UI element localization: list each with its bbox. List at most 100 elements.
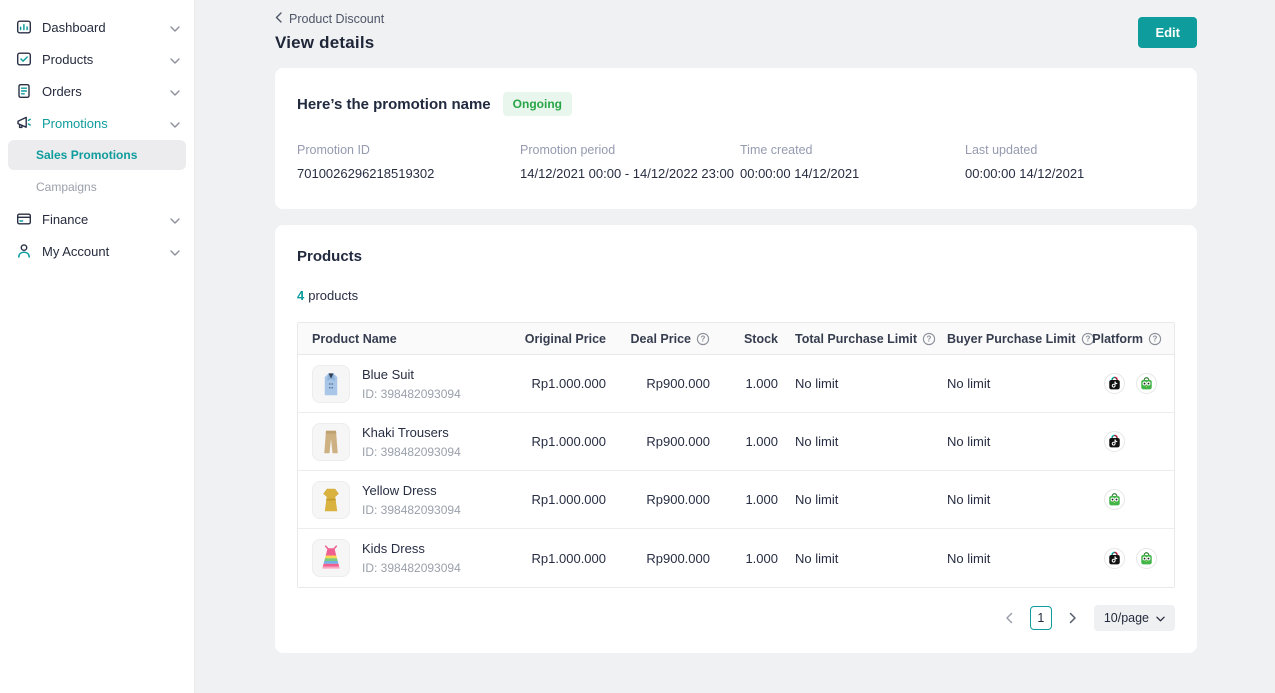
column-header-buyer-purchase-limit: Buyer Purchase Limit ? (947, 332, 1097, 346)
sidebar-item-dashboard[interactable]: Dashboard (0, 11, 194, 43)
help-icon[interactable]: ? (696, 332, 710, 346)
chevron-down-icon (170, 52, 180, 67)
megaphone-icon (15, 114, 33, 132)
platform-cell (1097, 489, 1174, 510)
pagination: 1 10/page (297, 605, 1175, 631)
sidebar-item-label: Promotions (42, 116, 170, 131)
promotion-field: Promotion ID 7010026296218519302 (297, 143, 520, 181)
tiktok-shop-icon (1104, 431, 1125, 452)
sidebar-item-products[interactable]: Products (0, 43, 194, 75)
table-header-row: Product Name Original Price Deal Price ?… (298, 323, 1174, 355)
products-count-number: 4 (297, 288, 304, 303)
sidebar-item-label: Dashboard (42, 20, 170, 35)
field-value: 00:00:00 14/12/2021 (965, 166, 1175, 181)
original-price-cell: Rp1.000.000 (520, 551, 606, 566)
sidebar-item-sales-promotions[interactable]: Sales Promotions (8, 140, 186, 170)
total-purchase-limit-cell: No limit (778, 492, 947, 507)
sidebar-item-label: Orders (42, 84, 170, 99)
field-label: Promotion period (520, 143, 740, 157)
column-header-product-name: Product Name (298, 332, 520, 346)
svg-text:?: ? (1085, 334, 1090, 343)
deal-price-cell: Rp900.000 (606, 492, 710, 507)
product-name: Blue Suit (362, 367, 461, 382)
sidebar-item-campaigns[interactable]: Campaigns (0, 171, 194, 203)
products-count: 4 products (297, 288, 1175, 303)
promotion-field: Time created 00:00:00 14/12/2021 (740, 143, 965, 181)
sidebar-item-promotions[interactable]: Promotions (0, 107, 194, 139)
deal-price-cell: Rp900.000 (606, 376, 710, 391)
chevron-down-icon (170, 212, 180, 227)
product-id: ID: 398482093094 (362, 445, 461, 459)
product-name: Yellow Dress (362, 483, 461, 498)
sidebar-item-label: My Account (42, 244, 170, 259)
deal-price-cell: Rp900.000 (606, 551, 710, 566)
products-count-label: products (308, 288, 358, 303)
buyer-purchase-limit-cell: No limit (947, 434, 1097, 449)
page-size-select[interactable]: 10/page (1094, 605, 1175, 631)
original-price-cell: Rp1.000.000 (520, 376, 606, 391)
sidebar-item-my-account[interactable]: My Account (0, 235, 194, 267)
chevron-down-icon (1156, 611, 1165, 625)
finance-icon (15, 210, 33, 228)
table-row: Kids Dress ID: 398482093094 Rp1.000.000 … (298, 529, 1174, 587)
product-thumbnail (312, 481, 350, 519)
product-thumbnail (312, 539, 350, 577)
product-thumbnail (312, 423, 350, 461)
svg-text:?: ? (701, 334, 706, 343)
user-icon (15, 242, 33, 260)
dashboard-icon (15, 18, 33, 36)
products-card: Products 4 products Product Name Original… (275, 225, 1197, 653)
field-value: 00:00:00 14/12/2021 (740, 166, 965, 181)
tokopedia-icon (1104, 489, 1125, 510)
column-header-deal-price: Deal Price ? (606, 332, 710, 346)
stock-cell: 1.000 (710, 551, 778, 566)
sidebar-subitem-label: Campaigns (36, 180, 97, 194)
sidebar-item-label: Products (42, 52, 170, 67)
sidebar-item-label: Finance (42, 212, 170, 227)
page-title: View details (275, 33, 384, 53)
current-page[interactable]: 1 (1030, 606, 1052, 630)
original-price-cell: Rp1.000.000 (520, 492, 606, 507)
product-id: ID: 398482093094 (362, 503, 461, 517)
product-name: Kids Dress (362, 541, 461, 556)
column-header-platform: Platform ? (1097, 332, 1174, 346)
chevron-down-icon (170, 20, 180, 35)
chevron-down-icon (170, 244, 180, 259)
breadcrumb[interactable]: Product Discount (275, 12, 384, 26)
tiktok-shop-icon (1104, 548, 1125, 569)
tokopedia-icon (1136, 548, 1157, 569)
tokopedia-icon (1136, 373, 1157, 394)
edit-button[interactable]: Edit (1138, 17, 1197, 48)
platform-cell (1097, 431, 1174, 452)
previous-page-button[interactable] (997, 606, 1021, 630)
column-header-original-price: Original Price (520, 332, 606, 346)
buyer-purchase-limit-cell: No limit (947, 492, 1097, 507)
page-header: Product Discount View details Edit (275, 12, 1197, 53)
products-table: Product Name Original Price Deal Price ?… (297, 322, 1175, 588)
main-content: Product Discount View details Edit Here’… (195, 0, 1275, 693)
table-row: Blue Suit ID: 398482093094 Rp1.000.000 R… (298, 355, 1174, 413)
field-label: Last updated (965, 143, 1175, 157)
platform-cell (1097, 548, 1174, 569)
stock-cell: 1.000 (710, 376, 778, 391)
sidebar-item-finance[interactable]: Finance (0, 203, 194, 235)
stock-cell: 1.000 (710, 434, 778, 449)
products-icon (15, 50, 33, 68)
deal-price-cell: Rp900.000 (606, 434, 710, 449)
chevron-down-icon (170, 116, 180, 131)
sidebar-subitem-label: Sales Promotions (36, 148, 137, 162)
promotion-field: Promotion period 14/12/2021 00:00 - 14/1… (520, 143, 740, 181)
promotion-field: Last updated 00:00:00 14/12/2021 (965, 143, 1175, 181)
products-section-title: Products (297, 248, 1175, 265)
orders-icon (15, 82, 33, 100)
svg-text:?: ? (1153, 334, 1158, 343)
column-header-total-purchase-limit: Total Purchase Limit ? (778, 332, 947, 346)
next-page-button[interactable] (1061, 606, 1085, 630)
sidebar-item-orders[interactable]: Orders (0, 75, 194, 107)
help-icon[interactable]: ? (922, 332, 936, 346)
field-value: 7010026296218519302 (297, 166, 520, 181)
help-icon[interactable]: ? (1148, 332, 1162, 346)
field-value: 14/12/2021 00:00 - 14/12/2022 23:00 (520, 166, 740, 181)
total-purchase-limit-cell: No limit (778, 434, 947, 449)
tiktok-shop-icon (1104, 373, 1125, 394)
